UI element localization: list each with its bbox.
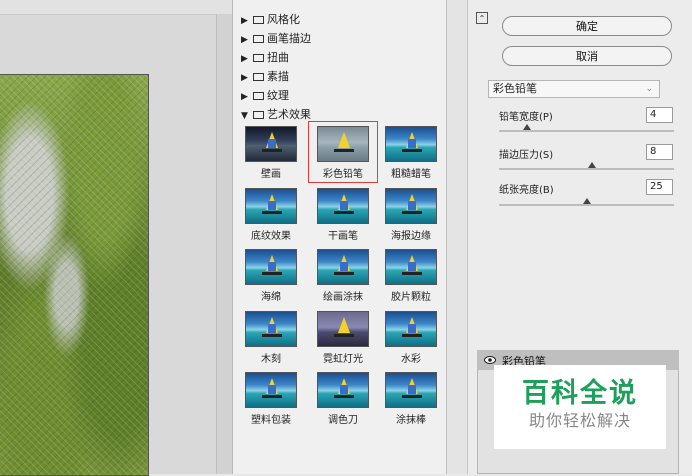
folder-icon bbox=[253, 35, 264, 43]
collapse-gallery-icon[interactable]: ⌃ bbox=[476, 12, 488, 24]
category-sketch[interactable]: ▶ 素描 bbox=[241, 69, 289, 85]
thumbnail-image bbox=[245, 188, 297, 224]
thumbnail-image bbox=[317, 188, 369, 224]
preview-scrollbar[interactable] bbox=[216, 14, 233, 474]
thumbnail-image bbox=[317, 372, 369, 408]
thumbnail-image bbox=[317, 249, 369, 285]
thumbnail-image bbox=[245, 126, 297, 162]
filter-thumb-paint-daubs[interactable]: 绘画涂抹 bbox=[311, 247, 375, 303]
category-texture[interactable]: ▶ 纹理 bbox=[241, 88, 289, 104]
stroke-pressure-slider-knob[interactable] bbox=[587, 162, 596, 168]
filter-thumb-sponge[interactable]: 海绵 bbox=[239, 247, 303, 303]
filter-thumb-watercolor[interactable]: 水彩 bbox=[379, 309, 443, 365]
pencil-width-input[interactable]: 4 bbox=[646, 107, 673, 123]
param-label-stroke-pressure: 描边压力(S) bbox=[499, 150, 554, 161]
category-brush-strokes[interactable]: ▶ 画笔描边 bbox=[241, 31, 311, 47]
thumbnail-image bbox=[385, 311, 437, 347]
filter-gallery: ▶ 风格化 ▶ 画笔描边 ▶ 扭曲 ▶ 素描 ▶ 纹理 ▼ 艺术效果 壁画 彩色铅笔 粗糙蜡… bbox=[232, 0, 447, 474]
filter-thumb-plastic-wrap[interactable]: 塑料包装 bbox=[239, 370, 303, 426]
thumbnail-image bbox=[385, 372, 437, 408]
paper-brightness-slider-track[interactable] bbox=[499, 204, 674, 206]
thumbnail-image bbox=[385, 126, 437, 162]
filter-thumb-dry-brush[interactable]: 干画笔 bbox=[311, 186, 375, 242]
preview-toolbar bbox=[0, 0, 232, 15]
thumbnail-image bbox=[317, 126, 369, 162]
stroke-pressure-slider-track[interactable] bbox=[499, 168, 674, 170]
cancel-button[interactable]: 取消 bbox=[502, 46, 672, 66]
filter-thumb-underpainting[interactable]: 底纹效果 bbox=[239, 186, 303, 242]
filter-thumb-colored-pencil[interactable]: 彩色铅笔 bbox=[308, 121, 378, 183]
thumbnail-image bbox=[245, 311, 297, 347]
expand-triangle-icon: ▶ bbox=[241, 35, 248, 45]
watermark-subtitle: 助你轻松解决 bbox=[528, 411, 631, 430]
ok-button[interactable]: 确定 bbox=[502, 16, 672, 36]
filter-thumb-fresco[interactable]: 壁画 bbox=[239, 124, 303, 180]
eye-icon[interactable] bbox=[484, 355, 496, 365]
pencil-width-slider-track[interactable] bbox=[499, 130, 674, 132]
filter-thumb-cutout[interactable]: 木刻 bbox=[239, 309, 303, 365]
paper-brightness-input[interactable]: 25 bbox=[646, 179, 673, 195]
category-distort[interactable]: ▶ 扭曲 bbox=[241, 50, 289, 66]
pencil-width-slider-knob[interactable] bbox=[523, 124, 531, 130]
thumbnail-image bbox=[245, 372, 297, 408]
thumbnail-image bbox=[317, 311, 369, 347]
folder-open-icon bbox=[253, 111, 264, 119]
param-label-paper-brightness: 纸张亮度(B) bbox=[499, 185, 554, 196]
expand-triangle-icon: ▶ bbox=[241, 92, 248, 102]
folder-icon bbox=[253, 54, 264, 62]
filter-thumb-palette-knife[interactable]: 调色刀 bbox=[311, 370, 375, 426]
thumbnail-image bbox=[245, 249, 297, 285]
collapse-triangle-icon: ▼ bbox=[241, 111, 248, 121]
param-label-pencil-width: 铅笔宽度(P) bbox=[499, 112, 553, 123]
filter-select[interactable]: 彩色铅笔 ⌄ bbox=[488, 80, 660, 98]
filter-thumb-rough-pastels[interactable]: 粗糙蜡笔 bbox=[379, 124, 443, 180]
category-artistic[interactable]: ▼ 艺术效果 bbox=[241, 107, 311, 123]
chevron-down-icon: ⌄ bbox=[645, 84, 653, 94]
thumbnail-image bbox=[385, 188, 437, 224]
expand-triangle-icon: ▶ bbox=[241, 16, 248, 26]
stroke-pressure-input[interactable]: 8 bbox=[646, 144, 673, 160]
thumbnail-image bbox=[385, 249, 437, 285]
expand-triangle-icon: ▶ bbox=[241, 73, 248, 83]
folder-icon bbox=[253, 73, 264, 81]
gallery-scrollbar[interactable] bbox=[446, 0, 467, 474]
filter-thumb-poster-edges[interactable]: 海报边缘 bbox=[379, 186, 443, 242]
expand-triangle-icon: ▶ bbox=[241, 54, 248, 64]
filter-thumb-film-grain[interactable]: 胶片颗粒 bbox=[379, 247, 443, 303]
watermark: 百科全说 助你轻松解决 bbox=[494, 365, 666, 449]
folder-icon bbox=[253, 92, 264, 100]
folder-icon bbox=[253, 16, 264, 24]
watermark-title: 百科全说 bbox=[522, 378, 638, 409]
filter-thumb-smudge-stick[interactable]: 涂抹棒 bbox=[379, 370, 443, 426]
preview-image[interactable] bbox=[0, 74, 149, 476]
paper-brightness-slider-knob[interactable] bbox=[582, 198, 591, 204]
filter-thumb-neon-glow[interactable]: 霓虹灯光 bbox=[311, 309, 375, 365]
category-stylize[interactable]: ▶ 风格化 bbox=[241, 12, 300, 28]
